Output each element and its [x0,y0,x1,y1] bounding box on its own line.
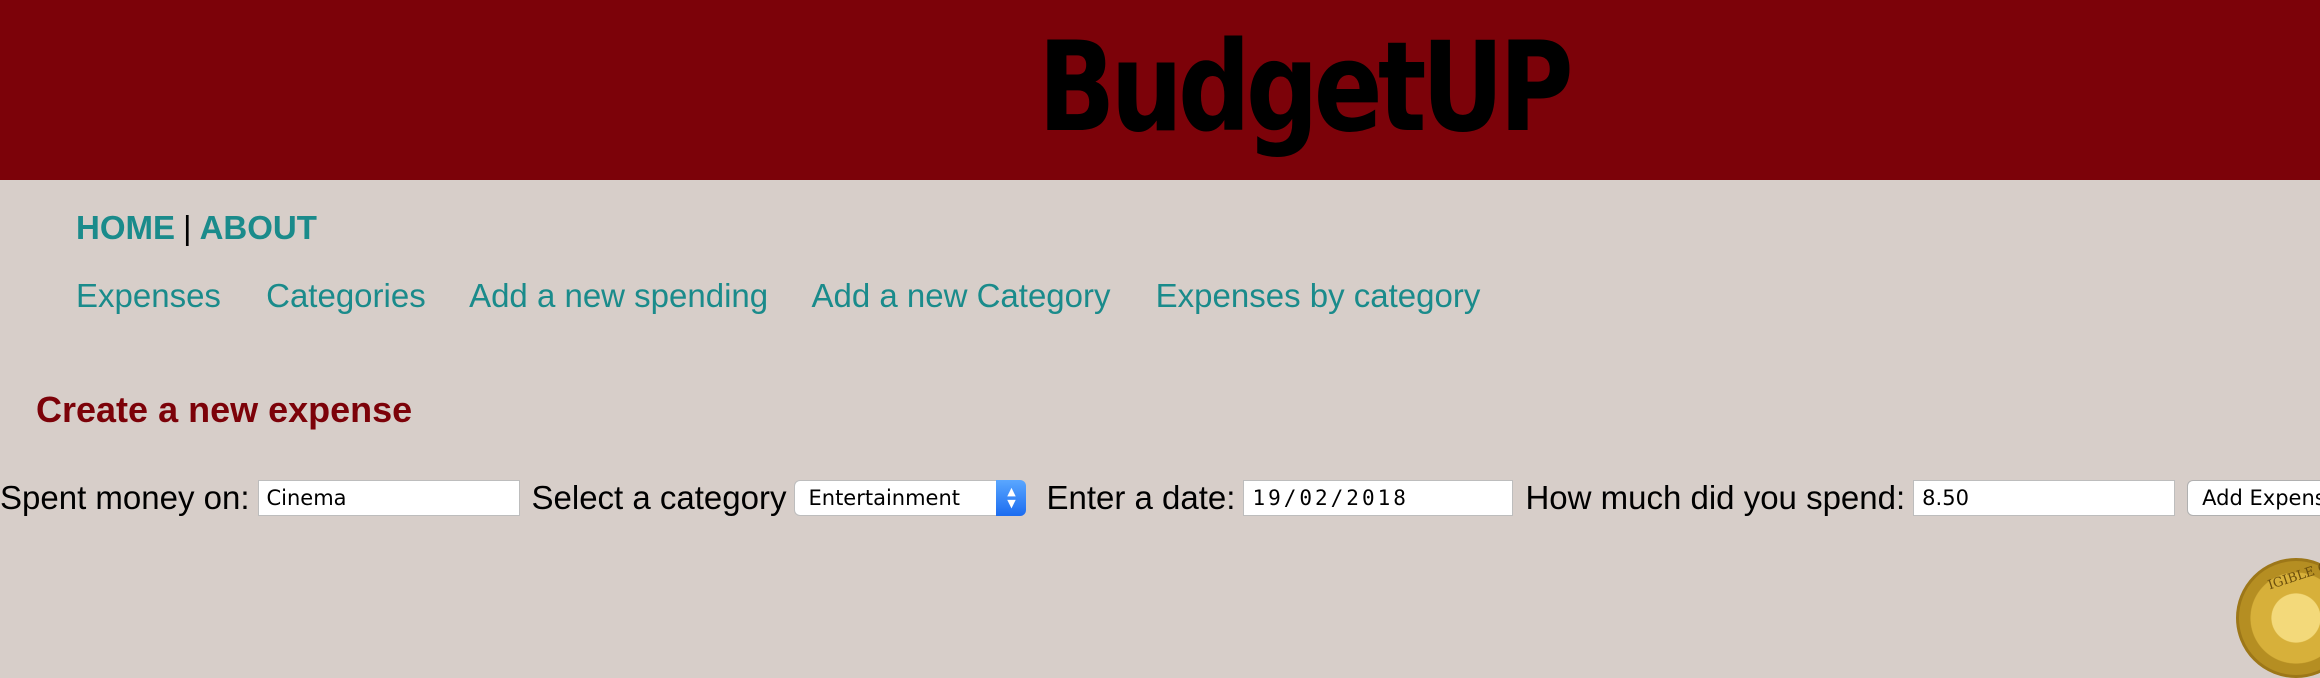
add-spending-link[interactable]: Add a new spending [469,277,768,314]
home-link[interactable]: HOME [76,209,175,246]
seal-text: IGIBLE C [2266,559,2320,594]
brand-logo: BudgetUP [1038,16,1574,160]
add-category-link[interactable]: Add a new Category [811,277,1110,314]
expense-form: Spent money on: Select a category Entert… [0,474,2320,522]
site-header: BudgetUP [0,0,2320,180]
add-expense-button[interactable]: Add Expense [2187,480,2320,516]
category-selected-value: Entertainment [808,486,961,510]
seal-emblem: IGIBLE C [2236,558,2320,678]
select-arrows-icon: ▲ ▼ [996,480,1027,516]
date-input[interactable] [1243,480,1514,516]
categories-link[interactable]: Categories [266,277,426,314]
amount-input[interactable] [1913,480,2176,516]
top-nav: HOME | ABOUT [76,208,317,248]
about-link[interactable]: ABOUT [200,209,317,246]
sub-nav: Expenses Categories Add a new spending A… [76,276,1516,316]
spent-label: Spent money on: [0,479,250,516]
spent-input[interactable] [257,480,520,516]
expenses-link[interactable]: Expenses [76,277,221,314]
date-label-text: Enter a date: [1046,479,1236,516]
category-select[interactable]: Entertainment ▲ ▼ [794,480,1027,516]
amount-label: How much did you spend: [1525,479,1906,516]
nav-separator: | [183,209,192,246]
category-label: Select a category [531,479,787,516]
form-title: Create a new expense [36,389,413,430]
expenses-by-category-link[interactable]: Expenses by category [1156,277,1481,314]
